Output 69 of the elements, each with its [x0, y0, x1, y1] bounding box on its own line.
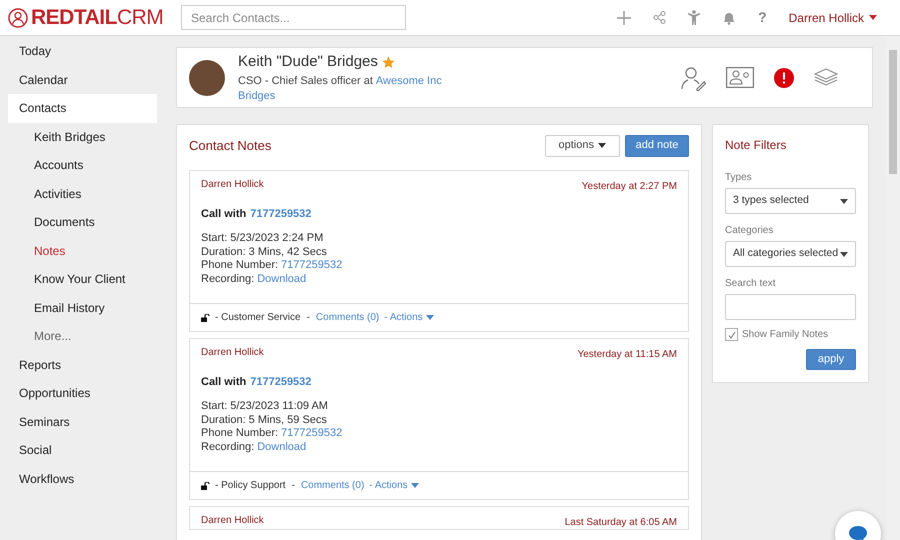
- user-menu[interactable]: Darren Hollick: [788, 8, 877, 26]
- note-author: Darren Hollick: [201, 515, 264, 528]
- note-author: Darren Hollick: [201, 347, 264, 360]
- field-label: Types: [725, 171, 753, 185]
- note-author: Darren Hollick: [201, 179, 264, 192]
- field-value: 5/23/2023 11:09 AM: [230, 400, 328, 414]
- sidebar-item[interactable]: Seminars: [8, 408, 157, 436]
- sidebar-item[interactable]: Calendar: [8, 66, 157, 94]
- field-label: Phone Number:: [201, 259, 278, 272]
- sidebar-item[interactable]: Opportunities: [8, 379, 157, 408]
- sidebar-item[interactable]: Accounts: [8, 151, 157, 180]
- actions-link[interactable]: - Actions: [369, 478, 419, 493]
- search-field[interactable]: Search Contacts...: [181, 5, 406, 30]
- note-time: Yesterday at 2:27 PM: [582, 181, 677, 193]
- sidebar-item[interactable]: Email History: [8, 294, 157, 322]
- phone-link[interactable]: 7177259532: [250, 375, 312, 389]
- field-label: Start:: [201, 400, 228, 414]
- contact-name: Keith "Dude" Bridges: [238, 52, 378, 72]
- field-label: Categories: [725, 224, 774, 238]
- checkbox-label: Show Family Notes: [742, 328, 828, 342]
- company-link[interactable]: Awesome Inc: [376, 74, 442, 89]
- add-note-button[interactable]: add note: [625, 134, 689, 156]
- note-time: Last Saturday at 6:05 AM: [564, 517, 677, 529]
- field-link[interactable]: Download: [257, 440, 306, 454]
- options-button[interactable]: options: [544, 134, 620, 156]
- field-label: Recording:: [201, 440, 254, 454]
- comments-link[interactable]: Comments (0): [316, 310, 380, 325]
- family-link[interactable]: Bridges: [238, 88, 442, 104]
- note-title: Call with: [201, 375, 246, 389]
- field-value: 3 Mins, 42 Secs: [248, 246, 327, 259]
- separator: -: [306, 311, 310, 325]
- sidebar-item[interactable]: Documents: [8, 208, 157, 236]
- sidebar-item[interactable]: Reports: [8, 350, 157, 379]
- field-value: 5 Mins, 59 Secs: [248, 414, 327, 427]
- separator: -: [292, 479, 295, 493]
- field-link[interactable]: Download: [257, 272, 306, 286]
- sidebar-item[interactable]: Today: [8, 37, 157, 66]
- contact-title: CSO - Chief Sales officer at: [238, 74, 373, 89]
- comments-link[interactable]: Comments (0): [300, 478, 364, 493]
- sidebar-item[interactable]: Activities: [8, 180, 157, 208]
- help-icon[interactable]: ?: [758, 7, 767, 28]
- sidebar-item[interactable]: Workflows: [8, 464, 157, 493]
- dropdown[interactable]: All categories selected: [725, 241, 856, 267]
- phone-link[interactable]: 7177259532: [250, 207, 312, 221]
- note-category: - Policy Support: [215, 479, 286, 493]
- note-title: Call with: [201, 207, 246, 221]
- field-label: Duration:: [201, 246, 246, 259]
- apply-button[interactable]: apply: [806, 349, 856, 370]
- field-label: Start:: [201, 232, 228, 246]
- dropdown[interactable]: 3 types selected: [725, 188, 856, 214]
- logo[interactable]: REDTAILCRM: [8, 7, 173, 28]
- field-label: Phone Number:: [201, 427, 278, 440]
- field-label: Duration:: [201, 414, 246, 427]
- panel-title: Note Filters: [725, 137, 788, 154]
- note-time: Yesterday at 11:15 AM: [577, 349, 677, 361]
- sidebar-item[interactable]: Contacts: [8, 94, 157, 122]
- field-value: 5/23/2023 2:24 PM: [230, 232, 324, 246]
- sidebar-item[interactable]: Notes: [8, 236, 157, 265]
- sidebar-item[interactable]: More...: [8, 322, 157, 350]
- field-label: Search text: [725, 277, 777, 291]
- sidebar-item[interactable]: Social: [8, 436, 157, 464]
- sidebar-item[interactable]: Know Your Client: [8, 265, 157, 294]
- panel-title: Contact Notes: [189, 136, 272, 155]
- actions-link[interactable]: - Actions: [384, 310, 434, 325]
- field-link[interactable]: 7177259532: [281, 259, 342, 272]
- sidebar-item[interactable]: Keith Bridges: [8, 122, 157, 151]
- field-label: Recording:: [201, 272, 254, 286]
- note-category: - Customer Service: [215, 311, 301, 325]
- field-link[interactable]: 7177259532: [281, 427, 342, 440]
